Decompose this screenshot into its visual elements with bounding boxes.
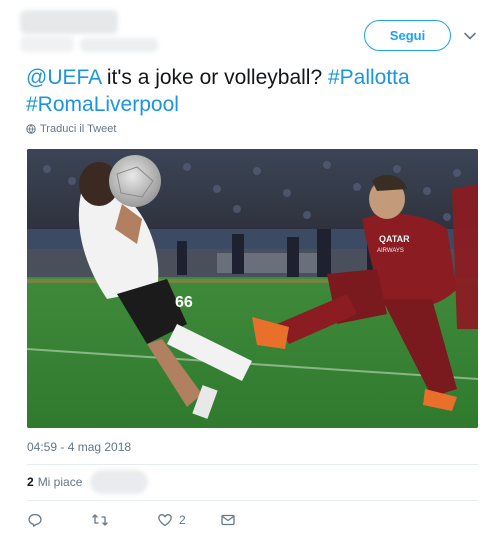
tweet-media-photo[interactable]: 66 QATAR AIRWAYS	[27, 149, 478, 428]
tweet-body-text: it's a joke or volleyball?	[101, 66, 328, 89]
tweet-text: @UEFA it's a joke or volleyball? #Pallot…	[26, 64, 486, 118]
jersey-sponsor-text-2: AIRWAYS	[377, 248, 404, 254]
tweet-actions: 2	[27, 512, 327, 532]
divider	[27, 464, 478, 465]
globe-icon	[26, 124, 36, 134]
mention-link[interactable]: @UEFA	[26, 66, 101, 89]
chevron-down-icon[interactable]	[462, 28, 478, 44]
blurred-user-handle	[80, 38, 158, 52]
tweet-header: Segui	[0, 0, 504, 60]
blurred-user-avatar	[20, 36, 74, 52]
like-button[interactable]: 2	[157, 512, 186, 528]
reply-icon	[28, 513, 42, 527]
retweet-icon	[92, 514, 108, 526]
direct-message-button[interactable]	[220, 512, 236, 528]
translate-tweet-link[interactable]: Traduci il Tweet	[26, 123, 116, 135]
likes-count: 2	[27, 475, 34, 489]
message-icon	[221, 514, 235, 526]
blurred-liker-avatars	[90, 470, 148, 494]
likes-stat[interactable]: 2 Mi piace	[27, 475, 82, 489]
football-photo: 66 QATAR AIRWAYS	[27, 149, 478, 428]
shirt-number: 66	[175, 294, 193, 311]
follow-button[interactable]: Segui	[364, 20, 451, 51]
likes-label: Mi piace	[37, 475, 83, 489]
like-count: 2	[179, 513, 186, 527]
retweet-button[interactable]	[91, 512, 109, 528]
jersey-sponsor-text: QATAR	[379, 234, 410, 244]
hashtag-link[interactable]: #Pallotta	[328, 66, 410, 89]
heart-icon	[158, 514, 172, 527]
translate-label: Traduci il Tweet	[40, 123, 117, 135]
blurred-user-name	[20, 10, 118, 34]
reply-button[interactable]	[27, 512, 43, 528]
divider	[27, 500, 478, 501]
tweet-timestamp[interactable]: 04:59 - 4 mag 2018	[27, 440, 131, 454]
hashtag-link[interactable]: #RomaLiverpool	[26, 93, 179, 116]
